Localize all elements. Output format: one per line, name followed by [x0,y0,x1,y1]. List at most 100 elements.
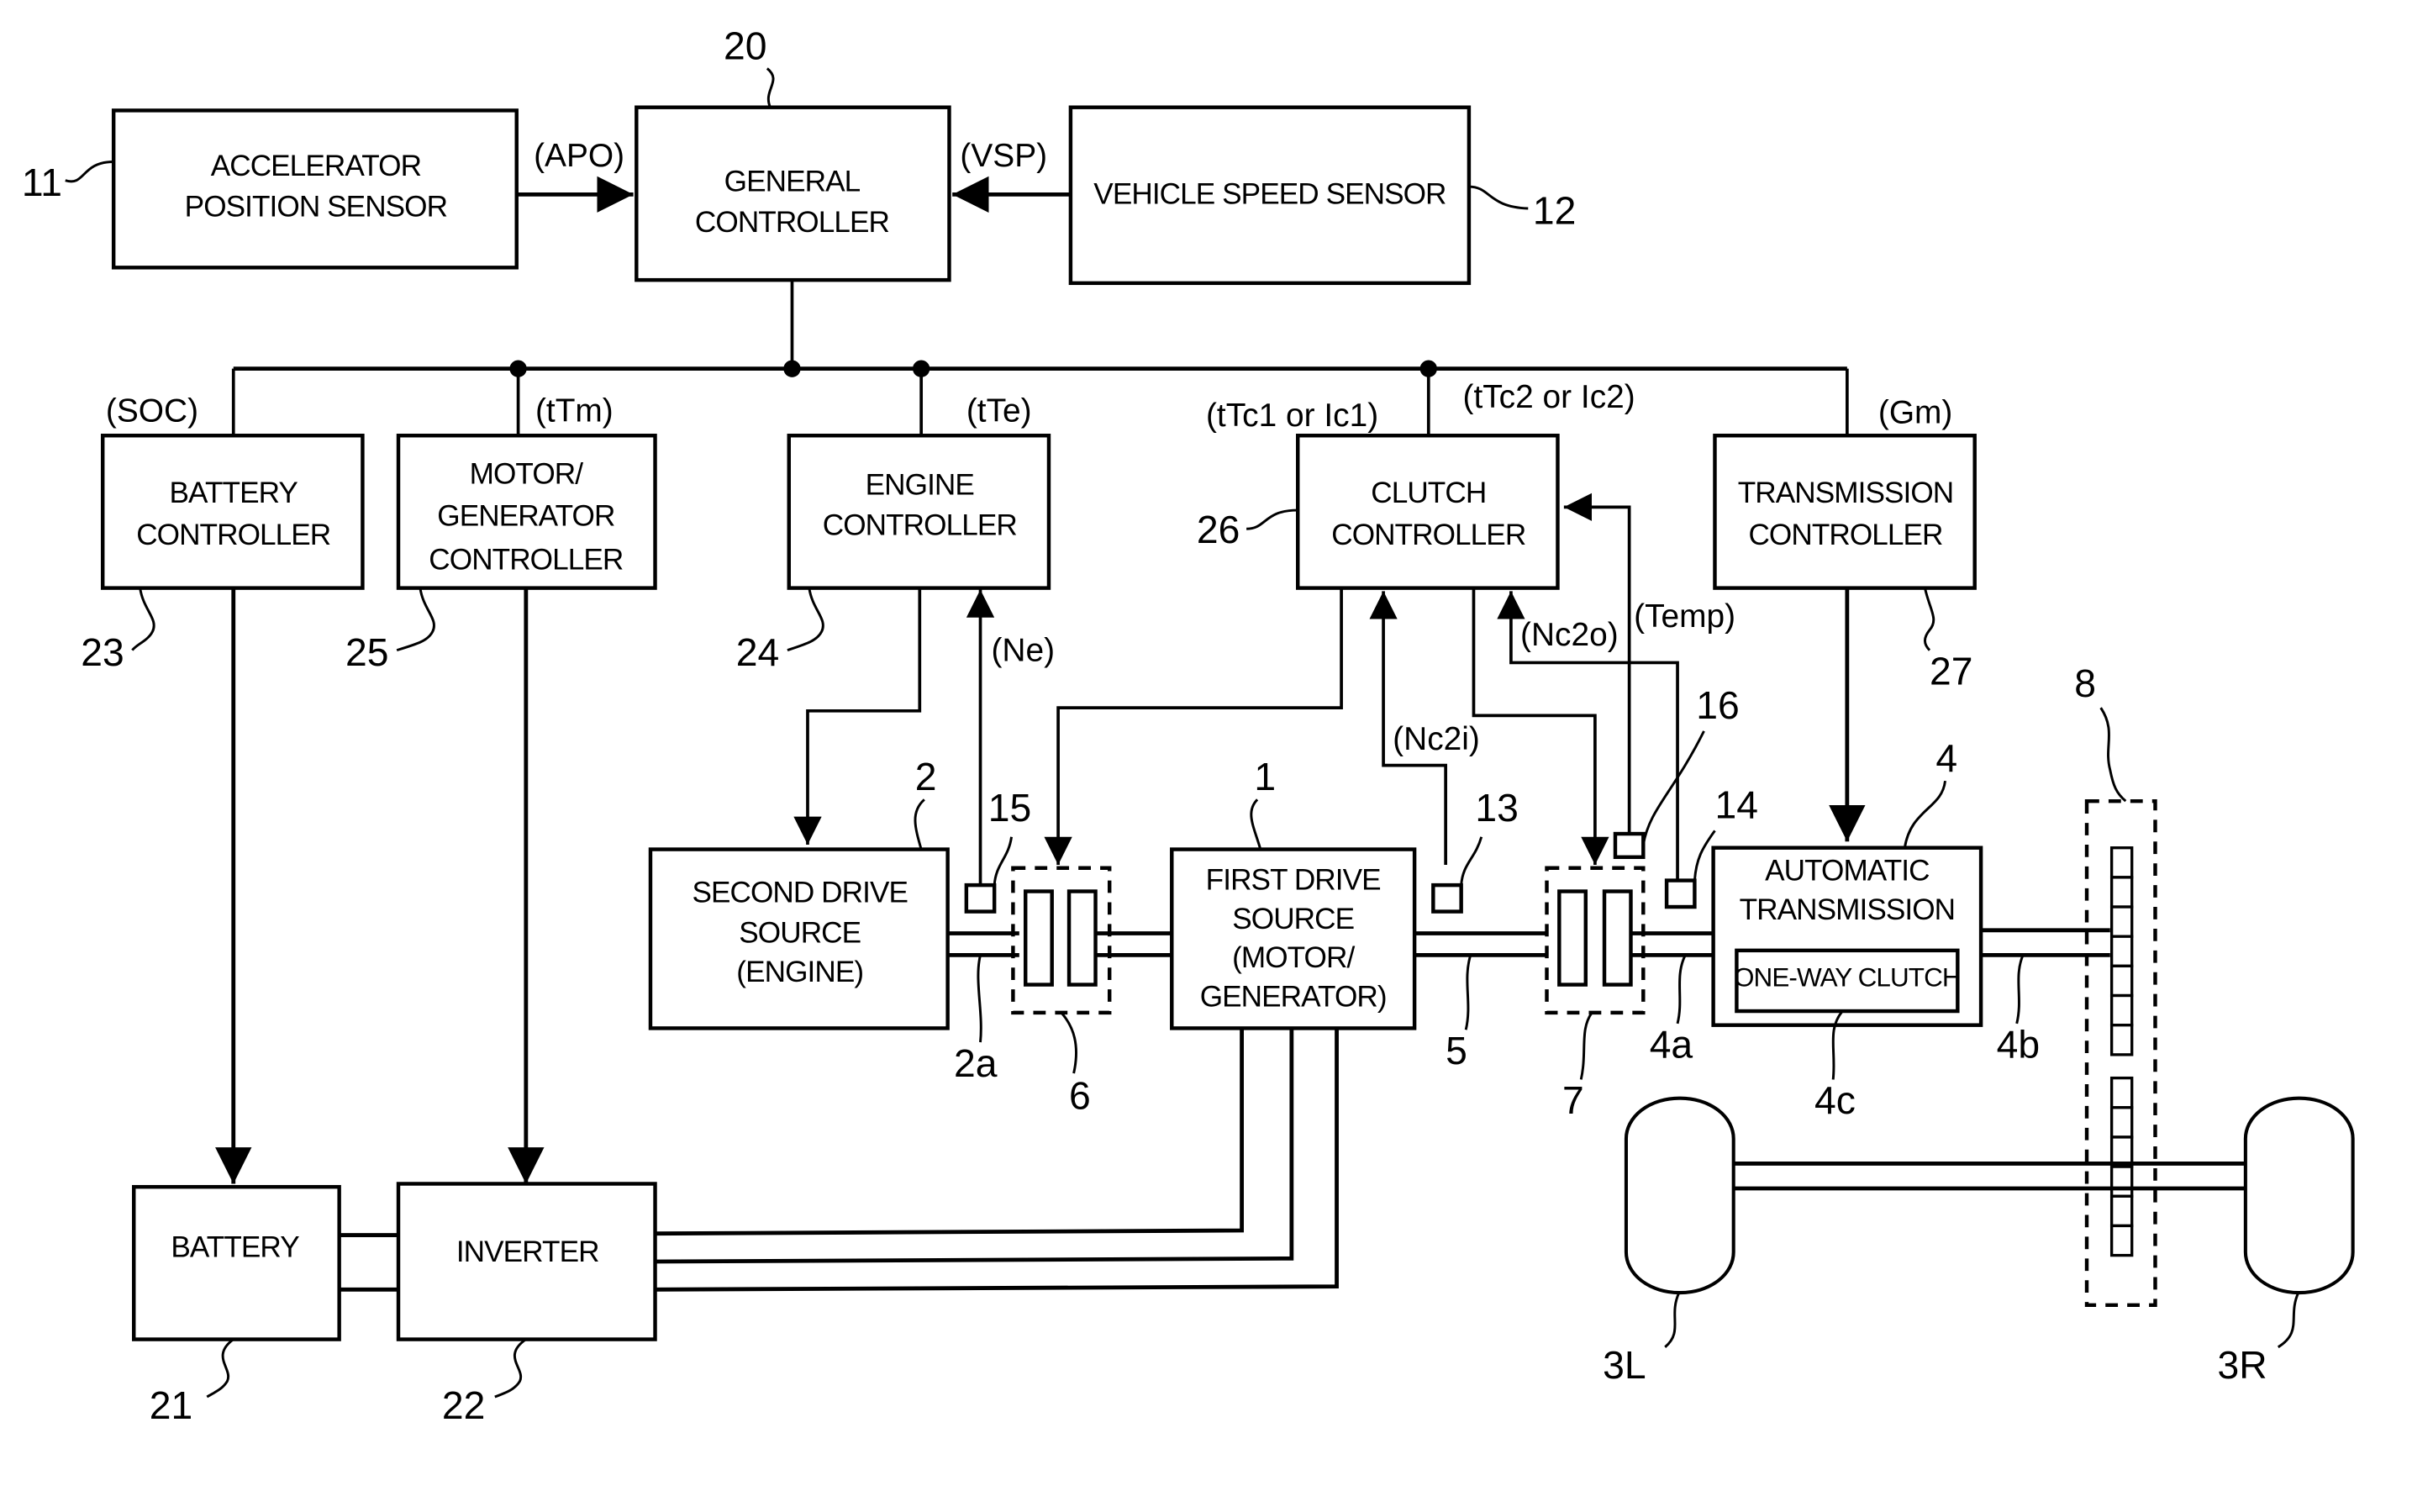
block-label: (ENGINE) [736,956,863,988]
signal-label-nc2i: (Nc2i) [1393,721,1480,757]
ref-label-20: 20 [724,24,766,67]
signal-label-ttm: (tTm) [535,393,614,429]
block-label: FIRST DRIVE [1206,864,1381,897]
signal-label-temp: (Temp) [1634,598,1735,635]
leader-line [494,1338,527,1399]
bus-junction [783,360,801,377]
ref-label-27: 27 [1930,649,1972,693]
leader-line [766,67,775,108]
general-controller-block: GENERAL CONTROLLER [635,105,951,282]
leader-line [2277,1292,2300,1349]
ref-label-1: 1 [1254,755,1276,798]
block-label: (MOTOR/ [1232,941,1355,974]
block-label: GENERATOR) [1200,980,1387,1013]
differential-gear-upper [2109,846,2134,1056]
ref-label-12: 12 [1533,189,1576,233]
block-label: SOURCE [1232,903,1354,935]
block-label: ENGINE [866,469,974,502]
leader-line [65,161,114,183]
ref-label-8: 8 [2074,661,2096,705]
differential-gear-lower [2109,1076,2134,1257]
ref-label-25: 25 [345,630,388,674]
leader-line [1579,1012,1593,1080]
ref-label-4c: 4c [1814,1078,1856,1122]
battery-block: BATTERY [132,1184,341,1341]
wheel-left [1624,1096,1735,1295]
clutch6-control-arrow [1044,587,1343,866]
ref-label-15: 15 [988,786,1031,830]
leader-line [1460,836,1483,886]
accelerator-position-sensor-block: ACCELERATOR POSITION SENSOR [111,108,519,270]
leader-line [396,587,435,652]
block-label: CONTROLLER [1748,519,1942,551]
block-label: INVERTER [456,1235,599,1268]
engine-controller-block: ENGINE CONTROLLER [787,434,1051,590]
ref-label-3L: 3L [1603,1343,1646,1387]
leader-line [206,1338,234,1399]
ref-label-5: 5 [1446,1029,1467,1072]
clutch-controller-block: CLUTCH CONTROLLER [1296,434,1560,590]
vehicle-speed-sensor-block: VEHICLE SPEED SENSOR [1068,105,1472,286]
ref-label-14: 14 [1714,783,1757,827]
block-label: CLUTCH [1371,477,1486,509]
automatic-transmission-block: AUTOMATIC TRANSMISSION ONE-WAY CLUTCH [1711,846,1983,1027]
block-label: TRANSMISSION [1738,477,1954,509]
battery-controller-block: BATTERY CONTROLLER [100,434,365,590]
leader-line [2015,954,2025,1025]
leader-line [1641,730,1705,846]
sensor-16 [1613,831,1646,860]
leader-line [1060,1011,1077,1074]
clutch-7-plate [1602,889,1633,987]
ref-label-4b: 4b [1997,1023,2040,1067]
block-label: CONTROLLER [1331,519,1525,551]
block-label: GENERAL [724,166,861,198]
leader-line [1464,954,1472,1030]
ref-label-23: 23 [81,630,124,674]
clutch-6-plate [1023,889,1054,987]
ref-label-2a: 2a [954,1041,998,1085]
ref-label-7: 7 [1562,1078,1584,1122]
ref-label-11: 11 [22,161,62,204]
block-label: POSITION SENSOR [185,190,447,223]
leader-line [2099,707,2127,803]
signal-label-tte: (tTe) [966,393,1032,429]
leader-line [1664,1292,1681,1348]
signal-label-nc2o: (Nc2o) [1520,617,1619,653]
block-label: AUTOMATIC [1765,855,1930,888]
phase-line [655,1028,1244,1236]
block-label: BATTERY [170,477,298,509]
leader-line [1676,954,1687,1025]
block-label: BATTERY [171,1230,299,1263]
block-label: MOTOR/ [470,458,584,491]
leader-line [1250,798,1262,850]
leader-line [1903,780,1946,848]
signal-label-soc: (SOC) [106,393,198,429]
ref-label-22: 22 [442,1383,485,1427]
hybrid-vehicle-control-diagram: ACCELERATOR POSITION SENSOR 11 GENERAL C… [22,24,2355,1427]
block-label: ONE-WAY CLUTCH [1734,962,1961,992]
block-label: TRANSMISSION [1740,893,1956,926]
block-label: CONTROLLER [695,206,889,239]
transmission-controller-block: TRANSMISSION CONTROLLER [1713,434,1977,590]
leader-line [1246,508,1298,530]
first-drive-source-block: FIRST DRIVE SOURCE (MOTOR/ GENERATOR) [1170,847,1417,1030]
leader-line [131,587,155,651]
sensor-15 [964,882,997,914]
leader-line [914,798,925,850]
wheel-right [2243,1096,2355,1295]
second-drive-source-block: SECOND DRIVE SOURCE (ENGINE) [648,847,950,1030]
signal-label-apo: (APO) [534,138,624,174]
motor-generator-controller-block: MOTOR/ GENERATOR CONTROLLER [396,434,657,590]
block-label: SOURCE [739,917,861,950]
ref-label-6: 6 [1069,1074,1091,1118]
ref-label-4: 4 [1935,736,1957,780]
block-label: SECOND DRIVE [692,876,908,909]
clutch-6-plate [1066,889,1098,987]
signal-label-ne: (Ne) [991,633,1055,669]
leader-line [993,836,1014,886]
signal-label-vsp: (VSP) [960,138,1047,174]
ref-label-16: 16 [1696,683,1739,727]
ref-label-26: 26 [1197,508,1240,551]
sensor-13 [1431,882,1463,914]
leader-line [1468,185,1529,210]
